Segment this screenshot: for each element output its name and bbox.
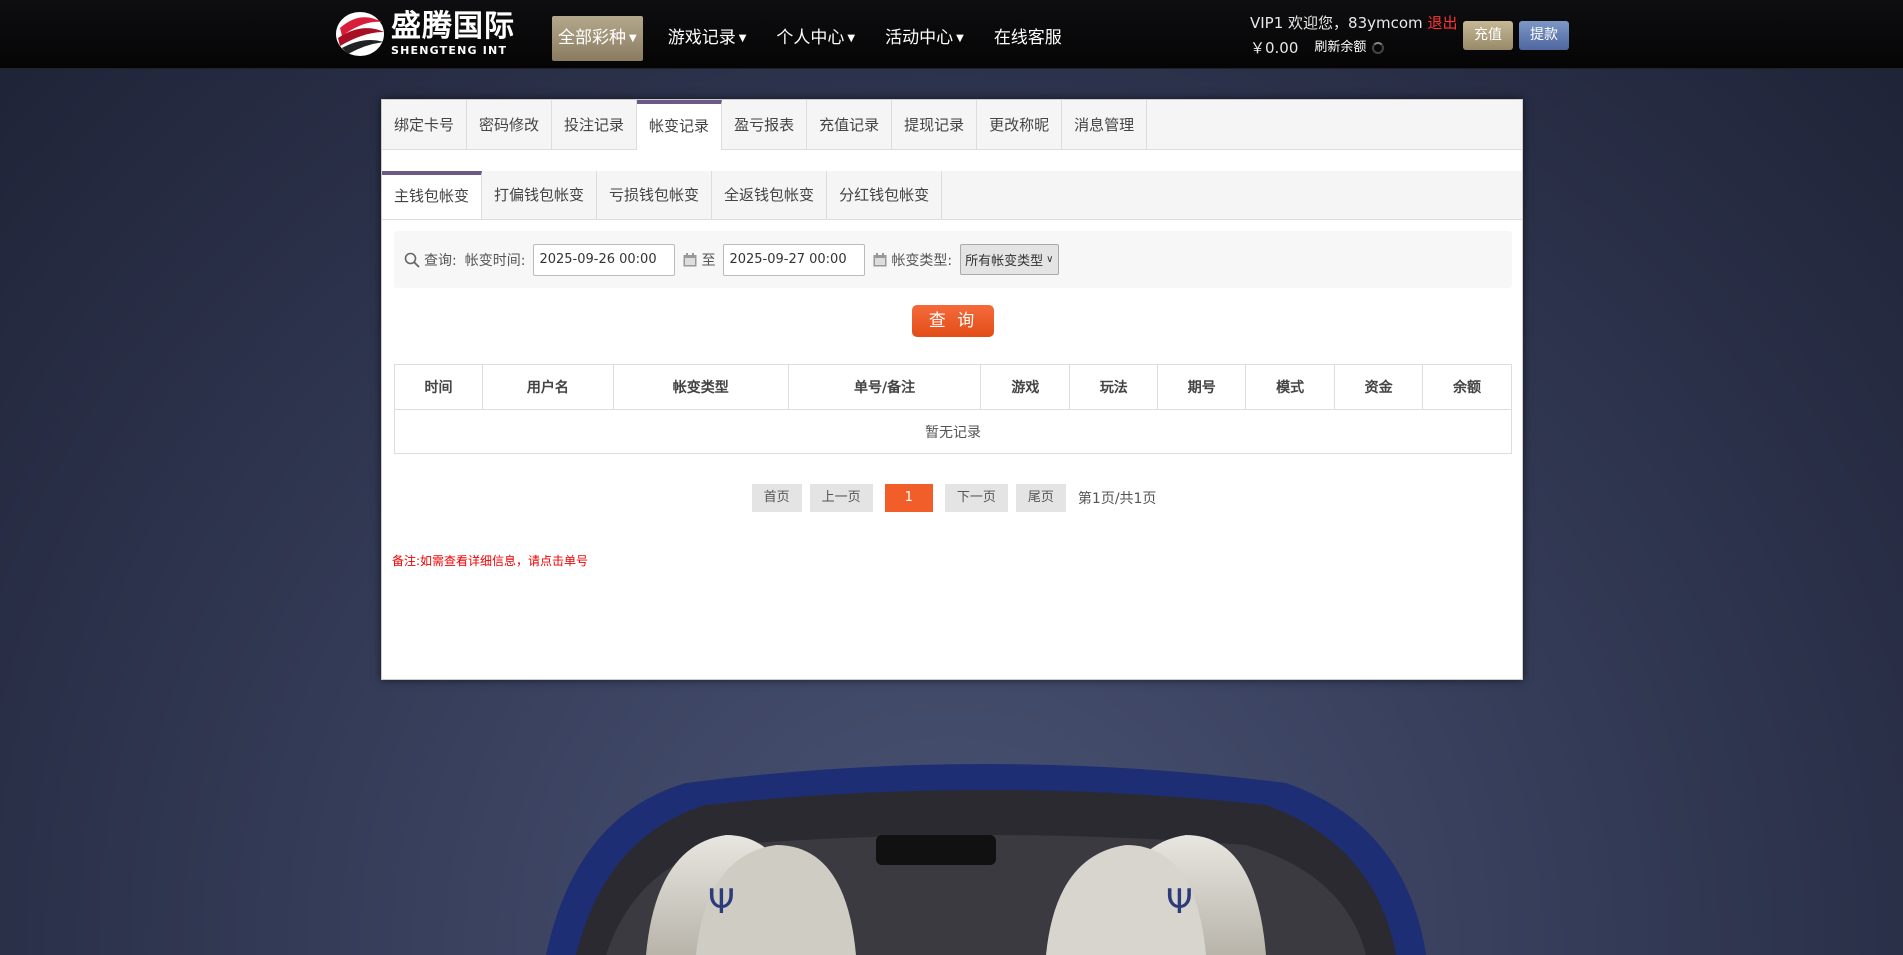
welcome-text: VIP1 欢迎您，83ymcom [1250, 14, 1423, 32]
tab-dividend-wallet[interactable]: 分红钱包帐变 [827, 171, 943, 219]
change-type-select[interactable]: 所有帐变类型 ∨ [960, 244, 1059, 275]
refresh-spinner-icon [1372, 42, 1385, 54]
wallet-tabs: 主钱包帐变 打偏钱包帐变 亏损钱包帐变 全返钱包帐变 分红钱包帐变 [382, 171, 1522, 220]
note-text: 备注:如需查看详细信息，请点击单号 [392, 554, 589, 568]
car-background-image: Ψ Ψ [546, 764, 1426, 955]
tab-withdraw-records[interactable]: 提现记录 [892, 100, 978, 150]
col-time: 时间 [394, 364, 483, 410]
pagination: 首页 上一页 1 下一页 尾页 第1页/共1页 [382, 484, 1522, 512]
account-tabs: 绑定卡号 密码修改 投注记录 帐变记录 盈亏报表 充值记录 提现记录 更改称昵 … [382, 100, 1522, 150]
logout-link[interactable]: 退出 [1427, 14, 1457, 32]
nav-all-lottery[interactable]: 全部彩种 ▼ [552, 16, 643, 61]
nav-game-records[interactable]: 游戏记录 ▼ [653, 16, 762, 61]
chevron-down-icon: ∨ [1046, 254, 1054, 265]
start-time-input[interactable] [533, 243, 676, 276]
page-info: 第1页/共1页 [1077, 491, 1157, 507]
top-bar: 盛腾国际 SHENGTENG INT 全部彩种 ▼ 游戏记录 ▼ 个人中心 ▼ 活动中… [0, 0, 1903, 69]
col-order-note: 单号/备注 [787, 364, 982, 410]
tab-message-management[interactable]: 消息管理 [1062, 100, 1148, 150]
main-nav: 全部彩种 ▼ 游戏记录 ▼ 个人中心 ▼ 活动中心 ▼ 在线客服 [552, 16, 1077, 61]
nav-personal-center[interactable]: 个人中心 ▼ [761, 16, 870, 61]
balance-value: ￥0.00 [1250, 39, 1299, 57]
tab-profit-report[interactable]: 盈亏报表 [722, 100, 808, 150]
query-form: 查询: 帐变时间: 至 帐变类型: 所有帐变类型 ∨ [394, 231, 1512, 288]
tab-recharge-records[interactable]: 充值记录 [807, 100, 893, 150]
to-label: 至 [701, 252, 716, 269]
records-table: 时间 用户名 帐变类型 单号/备注 游戏 玩法 期号 模式 资金 余额 暂无记录 [394, 364, 1512, 454]
prev-page-button[interactable]: 上一页 [809, 484, 873, 512]
caret-down-icon: ▼ [629, 33, 637, 44]
logo-title: 盛腾国际 [391, 9, 515, 44]
tab-account-changes[interactable]: 帐变记录 [637, 100, 723, 150]
nav-online-service[interactable]: 在线客服 [979, 16, 1077, 61]
nav-label: 活动中心 [885, 28, 954, 48]
col-mode: 模式 [1245, 364, 1336, 410]
logo[interactable]: 盛腾国际 SHENGTENG INT [334, 8, 519, 60]
user-area: VIP1 欢迎您，83ymcom 退出 ￥0.00 刷新余额 [1250, 12, 1457, 59]
type-label: 帐变类型: [891, 252, 953, 269]
caret-down-icon: ▼ [738, 33, 747, 44]
nav-label: 游戏记录 [667, 28, 736, 48]
col-balance: 余额 [1422, 364, 1512, 410]
tab-change-nickname[interactable]: 更改称昵 [977, 100, 1063, 150]
nav-label: 在线客服 [993, 28, 1062, 48]
recharge-button[interactable]: 充值 [1463, 21, 1513, 50]
col-change-type: 帐变类型 [612, 364, 789, 410]
tab-bias-wallet[interactable]: 打偏钱包帐变 [482, 171, 598, 219]
tab-change-password[interactable]: 密码修改 [467, 100, 553, 150]
logo-mark-icon [336, 12, 384, 56]
tab-rebate-wallet[interactable]: 全返钱包帐变 [712, 171, 828, 219]
last-page-button[interactable]: 尾页 [1015, 484, 1066, 512]
table-row: 暂无记录 [394, 409, 1512, 454]
nav-label: 个人中心 [776, 28, 845, 48]
svg-text:Ψ: Ψ [708, 882, 735, 922]
tab-main-wallet[interactable]: 主钱包帐变 [382, 171, 483, 219]
nav-activity-center[interactable]: 活动中心 ▼ [870, 16, 979, 61]
logo-subtitle: SHENGTENG INT [391, 44, 508, 57]
col-amount: 资金 [1334, 364, 1424, 410]
table-header-row: 时间 用户名 帐变类型 单号/备注 游戏 玩法 期号 模式 资金 余额 [394, 364, 1512, 410]
calendar-icon [683, 252, 697, 266]
next-page-button[interactable]: 下一页 [944, 484, 1008, 512]
search-button[interactable]: 查 询 [912, 305, 994, 337]
select-value: 所有帐变类型 [965, 254, 1044, 269]
withdraw-button[interactable]: 提款 [1519, 21, 1569, 50]
refresh-balance-link[interactable]: 刷新余额 [1314, 37, 1366, 59]
col-play: 玩法 [1069, 364, 1159, 410]
time-label: 帐变时间: [464, 252, 526, 269]
tab-bet-records[interactable]: 投注记录 [552, 100, 638, 150]
caret-down-icon: ▼ [956, 33, 964, 44]
calendar-icon [873, 252, 887, 266]
tab-loss-wallet[interactable]: 亏损钱包帐变 [597, 171, 713, 219]
first-page-button[interactable]: 首页 [751, 484, 802, 512]
col-issue: 期号 [1157, 364, 1247, 410]
search-icon [404, 252, 420, 268]
current-page-button[interactable]: 1 [884, 484, 933, 512]
empty-message: 暂无记录 [394, 409, 1512, 454]
end-time-input[interactable] [723, 243, 866, 276]
col-game: 游戏 [980, 364, 1071, 410]
query-label: 查询: [424, 252, 457, 269]
col-username: 用户名 [481, 364, 614, 410]
caret-down-icon: ▼ [847, 33, 856, 44]
svg-text:Ψ: Ψ [1166, 882, 1193, 922]
nav-label: 全部彩种 [558, 28, 626, 48]
tab-bind-card[interactable]: 绑定卡号 [382, 100, 468, 150]
account-panel: 绑定卡号 密码修改 投注记录 帐变记录 盈亏报表 充值记录 提现记录 更改称昵 … [381, 99, 1523, 680]
